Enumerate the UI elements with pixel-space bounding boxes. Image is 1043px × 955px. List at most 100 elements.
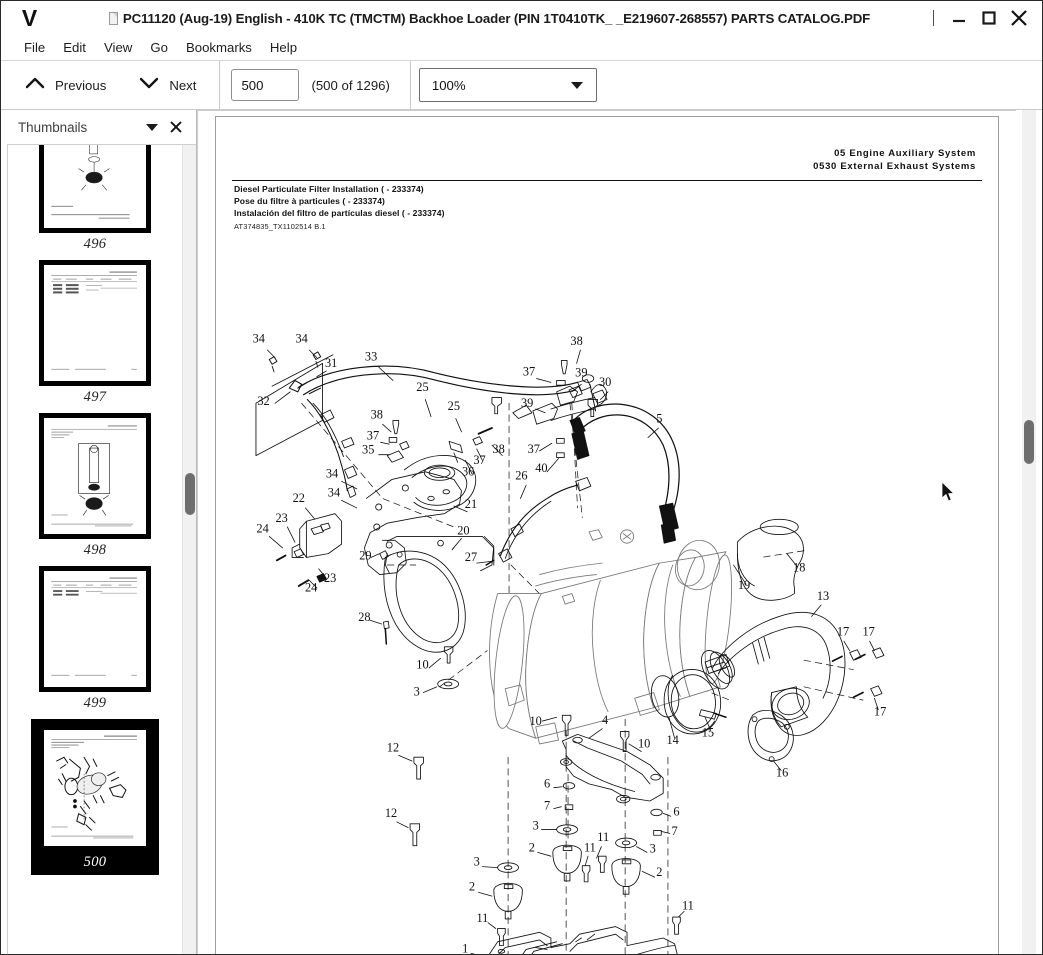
next-page-label: Next (169, 77, 197, 93)
diagram-callout: 11 (476, 911, 488, 925)
thumbnail-item-selected[interactable]: 500 (31, 719, 159, 875)
diagram-callout: 37 (528, 442, 540, 456)
viewer-scrollbar-track[interactable] (1022, 110, 1036, 954)
viewer-scrollbar-thumb[interactable] (1024, 420, 1034, 464)
maximize-button[interactable] (974, 5, 1004, 31)
thumbnail-page-image (39, 145, 151, 233)
diagram-callout: 34 (253, 331, 265, 345)
title-container: PC11120 (Aug-19) English - 410K TC (TMCT… (57, 11, 1042, 26)
diagram-callout: 37 (523, 365, 535, 379)
diagram-callout: 40 (535, 461, 547, 475)
menu-bookmarks[interactable]: Bookmarks (177, 38, 261, 57)
thumbnails-scrollbar[interactable] (182, 145, 196, 954)
diagram-callout: 35 (362, 443, 374, 457)
menu-view[interactable]: View (95, 38, 141, 57)
page-count-label: (500 of 1296) (311, 77, 390, 93)
menu-file[interactable]: File (15, 38, 54, 57)
viewer-scrollbar[interactable] (1016, 110, 1042, 954)
diagram-callout: 33 (365, 349, 377, 363)
window-controls (929, 1, 1034, 35)
diagram-callout: 23 (275, 511, 287, 525)
zoom-level-value: 100% (431, 77, 466, 93)
diagram-callout: 19 (738, 578, 750, 592)
thumbnails-scroll-area: 496 497 498 499 500 (7, 144, 196, 954)
diagram-callout: 17 (863, 624, 875, 638)
diagram-callout: 15 (702, 725, 714, 739)
pdf-page: 05 Engine Auxiliary System 0530 External… (215, 116, 999, 954)
diagram-callout: 37 (367, 428, 379, 442)
menu-help[interactable]: Help (261, 38, 306, 57)
diagram-callout: 18 (793, 561, 805, 575)
diagram-callout: 10 (638, 737, 650, 751)
page-number-input[interactable] (231, 69, 300, 101)
diagram-callout: 14 (667, 733, 679, 747)
thumbnails-title: Thumbnails (18, 119, 88, 135)
app-logo: V (21, 4, 37, 31)
pdf-viewer[interactable]: 05 Engine Auxiliary System 0530 External… (197, 110, 1016, 954)
diagram-callout: 39 (575, 366, 587, 380)
thumbnail-preview-498 (44, 418, 146, 533)
window-title: PC11120 (Aug-19) English - 410K TC (TMCT… (122, 10, 871, 26)
menu-bar: File Edit View Go Bookmarks Help (1, 35, 1042, 61)
diagram-callout: 23 (324, 571, 336, 585)
diagram-callout: 34 (295, 331, 307, 345)
diagram-callout: 12 (387, 741, 399, 755)
close-button[interactable] (1004, 5, 1034, 31)
menu-edit[interactable]: Edit (54, 38, 95, 57)
diagram-callout: 38 (371, 408, 383, 422)
diagram-callout: 3 (414, 684, 420, 698)
diagram-callout: 21 (465, 497, 477, 511)
thumbnail-item[interactable]: 497 (25, 260, 165, 406)
diagram-callout: 7 (672, 824, 678, 838)
diagram-callout: 11 (597, 830, 609, 844)
thumbnails-list[interactable]: 496 497 498 499 500 (8, 145, 182, 954)
diagram-callout: 24 (256, 522, 268, 536)
application-window: V PC11120 (Aug-19) English - 410K TC (TM… (0, 0, 1043, 955)
diagram-callout: 39 (521, 396, 533, 410)
chevron-down-icon (138, 75, 160, 96)
diagram-callout: 11 (682, 898, 694, 912)
diagram-callout: 28 (358, 610, 370, 624)
diagram-callout: 1 (462, 941, 468, 954)
diagram-callout: 17 (837, 624, 849, 638)
diagram-callout: 34 (328, 486, 340, 500)
diagram-callout: 3 (533, 819, 539, 833)
minimize-button[interactable] (944, 5, 974, 31)
thumbnail-label: 496 (83, 236, 107, 252)
diagram-callout: 27 (465, 550, 477, 564)
diagram-callout: 29 (359, 548, 371, 562)
thumbnail-preview-496 (44, 145, 146, 227)
previous-page-button[interactable]: Previous (19, 72, 111, 99)
diagram-callout: 6 (673, 804, 679, 818)
diagram-callout: 6 (544, 777, 550, 791)
diagram-callout: 2 (656, 865, 662, 879)
close-icon[interactable] (164, 115, 188, 139)
diagram-callout: 3 (650, 841, 656, 855)
diagram-callout: 4 (602, 713, 608, 727)
diagram-callout: 13 (817, 589, 829, 603)
zoom-level-select[interactable]: 100% (418, 68, 597, 102)
thumbnail-preview-497 (44, 265, 146, 380)
diagram-callout: 2 (529, 840, 535, 854)
thumbnail-item[interactable]: 496 (25, 145, 165, 253)
chevron-down-icon[interactable] (140, 115, 164, 139)
diagram-callout: 31 (325, 356, 337, 370)
diagram-callout: 16 (776, 765, 788, 779)
menu-go[interactable]: Go (141, 38, 177, 57)
diagram-callout: 34 (326, 466, 338, 480)
thumbnail-item[interactable]: 498 (25, 413, 165, 559)
next-page-button[interactable]: Next (133, 72, 201, 99)
document-icon (108, 11, 118, 25)
diagram-callout: 7 (544, 799, 550, 813)
thumbnails-scrollbar-thumb[interactable] (185, 473, 195, 515)
thumbnail-item[interactable]: 499 (25, 566, 165, 712)
window-controls-divider (933, 10, 934, 26)
diagram-callout: 20 (457, 524, 469, 538)
thumbnail-label: 497 (83, 389, 107, 405)
diagram-callout: 32 (257, 394, 269, 408)
diagram-callout: 26 (515, 468, 527, 482)
diagram-callout: 12 (385, 806, 397, 820)
parts-diagram: 34 3431323325253837353637383837 3939303740… (253, 331, 886, 954)
viewer-container: 05 Engine Auxiliary System 0530 External… (197, 110, 1042, 954)
diagram-callout: 25 (416, 380, 428, 394)
